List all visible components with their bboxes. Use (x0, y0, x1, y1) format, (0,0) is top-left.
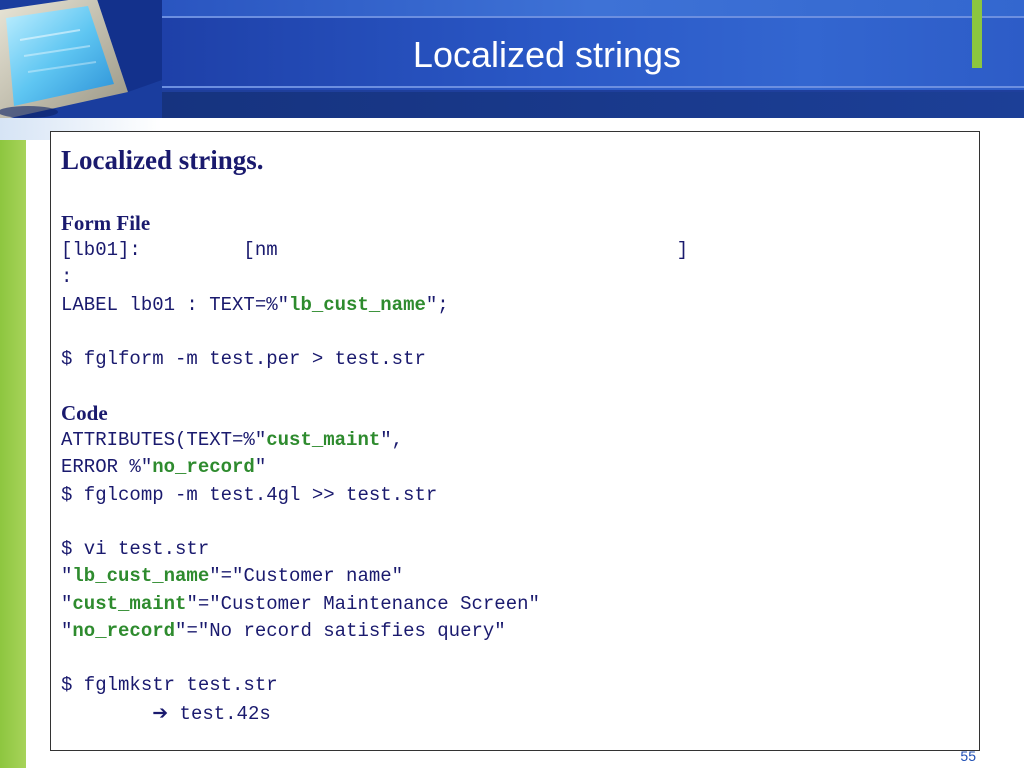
header-accent-tab (972, 0, 982, 68)
string-value: ="Customer name" (220, 565, 404, 588)
output-file: test.42s (179, 702, 271, 725)
quote: " (61, 619, 73, 642)
str-entry: "no_record"="No record satisfies query" (61, 618, 961, 645)
content-heading: Localized strings. (61, 145, 264, 175)
header-top-strip (162, 0, 1024, 16)
str-entry: "cust_maint"="Customer Maintenance Scree… (61, 591, 961, 618)
string-value: ="No record satisfies query" (186, 619, 506, 642)
slide-number: 55 (960, 748, 976, 764)
code-text: "; (425, 293, 449, 316)
computer-monitor-icon (0, 0, 162, 118)
fglform-command: $ fglform -m test.per > test.str (61, 347, 426, 370)
form-label-line: LABEL lb01 : TEXT=%"lb_cust_name"; (61, 292, 961, 319)
slide-content: Localized strings. Form File [lb01]: [nm… (61, 140, 961, 728)
form-line: : (61, 266, 73, 289)
header-divider (162, 16, 1024, 18)
quote: " (175, 619, 187, 642)
form-file-heading: Form File (61, 211, 151, 235)
error-line: ERROR %"no_record" (61, 454, 961, 481)
output-line: ➔ test.42s (61, 700, 961, 728)
code-text: ERROR %" (61, 456, 153, 479)
string-value: ="Customer Maintenance Screen" (197, 592, 540, 615)
fglmkstr-command: $ fglmkstr test.str (61, 674, 278, 697)
string-key: no_record (152, 456, 255, 479)
string-key: lb_cust_name (289, 293, 426, 316)
string-key: cust_maint (266, 429, 381, 452)
str-entry: "lb_cust_name"="Customer name" (61, 563, 961, 590)
quote: " (61, 565, 73, 588)
right-arrow-icon: ➔ (152, 701, 169, 724)
string-key: lb_cust_name (72, 565, 210, 588)
header-bottom-strip (162, 92, 1024, 118)
quote: " (61, 592, 73, 615)
attributes-line: ATTRIBUTES(TEXT=%"cust_maint", (61, 427, 961, 454)
code-text: ATTRIBUTES(TEXT=%" (61, 429, 267, 452)
header-divider (162, 86, 1024, 88)
string-key: cust_maint (72, 592, 187, 615)
left-gutter (26, 140, 50, 768)
code-text: " (254, 456, 267, 479)
quote: " (186, 592, 198, 615)
form-line: [lb01]: [nm ] (61, 239, 689, 261)
code-text: ", (380, 429, 404, 452)
slide-title: Localized strings (412, 34, 682, 75)
vi-command: $ vi test.str (61, 538, 210, 561)
code-heading: Code (61, 401, 108, 426)
quote: " (209, 565, 221, 588)
monitor-image (0, 0, 162, 118)
fglcomp-command: $ fglcomp -m test.4gl >> test.str (61, 483, 438, 506)
code-text: LABEL lb01 : TEXT=%" (61, 293, 290, 316)
left-accent-bar (0, 140, 26, 768)
string-key: no_record (72, 619, 176, 642)
